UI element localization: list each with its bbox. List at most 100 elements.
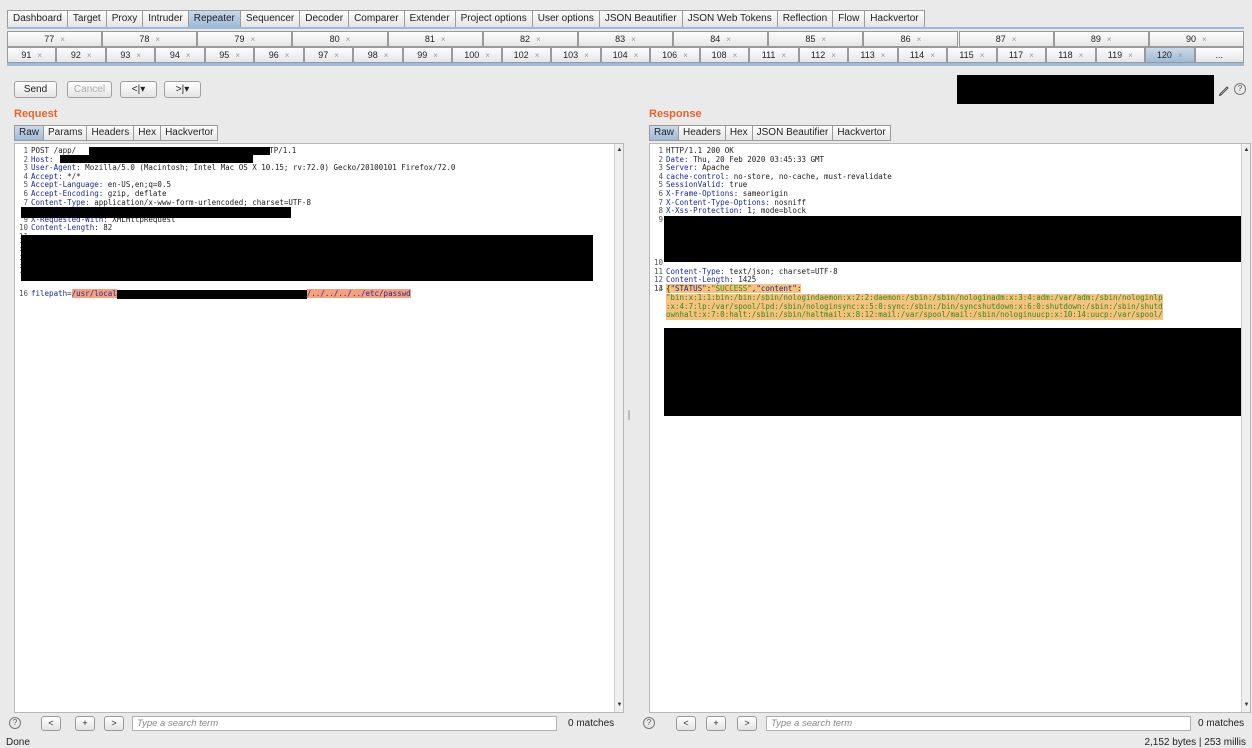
response-editor[interactable]: 1 HTTP/1.1 200 OK 2 Date: Thu, 20 Feb 2020 … <box>649 143 1251 713</box>
request-search-help-icon[interactable]: ? <box>9 717 21 729</box>
close-tab-icon[interactable]: × <box>485 51 490 60</box>
tool-tab-dashboard[interactable]: Dashboard <box>7 10 68 28</box>
request-tab-raw[interactable]: Raw <box>14 125 45 141</box>
repeater-tab[interactable]: 91 × <box>7 47 57 63</box>
request-search-input[interactable]: Type a search term <box>132 716 557 731</box>
repeater-tab[interactable]: 78 × <box>102 31 198 47</box>
response-search-help-icon[interactable]: ? <box>643 717 655 729</box>
close-tab-icon[interactable]: × <box>285 51 290 60</box>
repeater-tab[interactable]: 98 × <box>353 47 403 63</box>
close-tab-icon[interactable]: × <box>535 51 540 60</box>
response-search-next-button[interactable]: > <box>737 716 757 731</box>
repeater-tab[interactable]: 87 × <box>958 31 1054 47</box>
close-tab-icon[interactable]: × <box>726 35 731 44</box>
close-tab-icon[interactable]: × <box>831 51 836 60</box>
send-button[interactable]: Send <box>14 81 57 98</box>
repeater-tab[interactable]: 102 × <box>501 47 552 63</box>
help-icon[interactable]: ? <box>1234 83 1246 95</box>
close-tab-icon[interactable]: × <box>930 51 935 60</box>
pane-divider[interactable] <box>627 100 631 712</box>
repeater-tab[interactable]: 83 × <box>577 31 674 47</box>
repeater-tab[interactable]: 111 × <box>749 47 799 63</box>
request-tab-params[interactable]: Params <box>44 125 88 141</box>
close-tab-icon[interactable]: × <box>441 35 446 44</box>
repeater-tab[interactable]: 106 × <box>650 47 700 63</box>
close-tab-icon[interactable]: × <box>733 51 738 60</box>
response-tab-json-beautifier[interactable]: JSON Beautifier <box>752 125 834 141</box>
close-tab-icon[interactable]: × <box>433 51 438 60</box>
close-tab-icon[interactable]: × <box>155 35 160 44</box>
scroll-down-icon[interactable]: ▼ <box>615 701 623 710</box>
request-search-add-button[interactable]: + <box>75 716 95 731</box>
repeater-tab[interactable]: 90 × <box>1148 31 1244 47</box>
edit-pencil-icon[interactable] <box>1218 84 1230 96</box>
tool-tab-json-beautifier[interactable]: JSON Beautifier <box>599 10 683 28</box>
close-tab-icon[interactable]: × <box>634 51 639 60</box>
repeater-tab[interactable]: 81 × <box>387 31 483 47</box>
close-tab-icon[interactable]: × <box>1079 51 1084 60</box>
close-tab-icon[interactable]: × <box>60 35 65 44</box>
close-tab-icon[interactable]: × <box>87 51 92 60</box>
repeater-tab[interactable]: 93 × <box>105 47 156 63</box>
tool-tab-comparer[interactable]: Comparer <box>349 10 405 28</box>
repeater-tab[interactable]: 94 × <box>155 47 205 63</box>
close-tab-icon[interactable]: × <box>136 51 141 60</box>
repeater-tab[interactable]: 85 × <box>768 31 864 47</box>
close-tab-icon[interactable]: × <box>881 51 886 60</box>
close-tab-icon[interactable]: × <box>536 35 541 44</box>
close-tab-icon[interactable]: × <box>384 51 389 60</box>
close-tab-icon[interactable]: × <box>346 35 351 44</box>
tool-tab-json-web-tokens[interactable]: JSON Web Tokens <box>682 10 778 28</box>
tool-tab-reflection[interactable]: Reflection <box>777 10 834 28</box>
request-tab-hackvertor[interactable]: Hackvertor <box>161 125 219 141</box>
close-tab-icon[interactable]: × <box>1178 51 1183 60</box>
repeater-tab[interactable]: 113 × <box>848 47 898 63</box>
response-tab-hex[interactable]: Hex <box>725 125 753 141</box>
close-tab-icon[interactable]: × <box>631 35 636 44</box>
repeater-tab[interactable]: 97 × <box>303 47 354 63</box>
close-tab-icon[interactable]: × <box>821 35 826 44</box>
request-editor[interactable]: 1 POST /app/HTTP/1.1 2 Host: 3 User-Agent: M… <box>14 143 624 713</box>
repeater-tab[interactable]: 77 × <box>7 31 103 47</box>
close-tab-icon[interactable]: × <box>235 51 240 60</box>
repeater-tab[interactable]: 84 × <box>673 31 769 47</box>
tool-tab-project-options[interactable]: Project options <box>455 10 533 28</box>
close-tab-icon[interactable]: × <box>334 51 339 60</box>
tool-tab-hackvertor[interactable]: Hackvertor <box>865 10 925 28</box>
close-tab-icon[interactable]: × <box>1128 51 1133 60</box>
repeater-tab[interactable]: 103 × <box>551 47 601 63</box>
close-tab-icon[interactable]: × <box>1107 35 1112 44</box>
repeater-tab[interactable]: 114 × <box>897 47 948 63</box>
request-tab-hex[interactable]: Hex <box>134 125 162 141</box>
response-tab-hackvertor[interactable]: Hackvertor <box>833 125 891 141</box>
response-search-add-button[interactable]: + <box>706 716 726 731</box>
close-tab-icon[interactable]: × <box>186 51 191 60</box>
close-tab-icon[interactable]: × <box>980 51 985 60</box>
tool-tab-target[interactable]: Target <box>67 10 107 28</box>
tool-tab-flow[interactable]: Flow <box>833 10 866 28</box>
close-tab-icon[interactable]: × <box>584 51 589 60</box>
tool-tab-decoder[interactable]: Decoder <box>300 10 350 28</box>
response-search-input[interactable]: Type a search term <box>766 716 1191 731</box>
tool-tab-extender[interactable]: Extender <box>404 10 456 28</box>
repeater-tab[interactable]: 86 × <box>863 31 959 47</box>
repeater-tab[interactable]: 100 × <box>452 47 502 63</box>
repeater-tab[interactable]: 104 × <box>600 47 651 63</box>
repeater-tab[interactable]: 118 × <box>1046 47 1096 63</box>
response-scrollbar[interactable]: ▲ ▼ <box>1241 144 1250 712</box>
forward-history-button[interactable]: >|▾ <box>164 81 201 98</box>
repeater-tab[interactable]: 119 × <box>1095 47 1146 63</box>
close-tab-icon[interactable]: × <box>251 35 256 44</box>
repeater-tab[interactable]: 112 × <box>798 47 849 63</box>
tool-tab-intruder[interactable]: Intruder <box>143 10 189 28</box>
tool-tab-user-options[interactable]: User options <box>532 10 600 28</box>
repeater-tab[interactable]: 80 × <box>292 31 388 47</box>
response-tab-raw[interactable]: Raw <box>649 125 680 141</box>
close-tab-icon[interactable]: × <box>683 51 688 60</box>
tool-tab-repeater[interactable]: Repeater <box>188 10 241 28</box>
cancel-button[interactable]: Cancel <box>67 81 112 98</box>
repeater-tab[interactable]: 82 × <box>482 31 578 47</box>
json-content-value[interactable]: "bin:x:1:1:bin:/bin:/sbin/nologindaemon:… <box>666 293 1163 320</box>
repeater-tab[interactable]: 115 × <box>947 47 997 63</box>
repeater-tab[interactable]: ... <box>1194 47 1244 63</box>
